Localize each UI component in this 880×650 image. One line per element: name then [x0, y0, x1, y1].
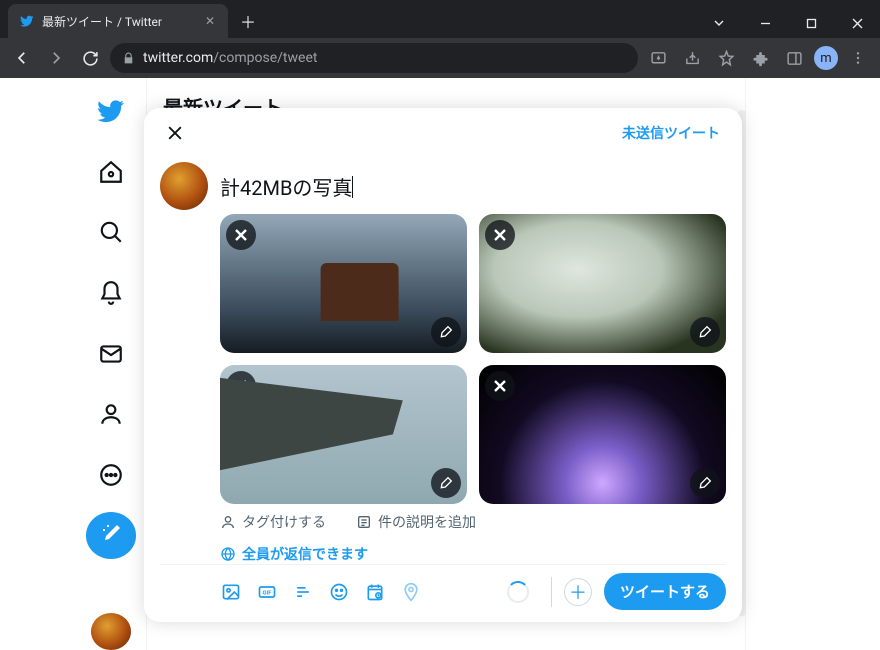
edit-media-button[interactable] — [690, 317, 720, 347]
remove-media-button[interactable] — [485, 371, 515, 401]
tab-title: 最新ツイート / Twitter — [42, 13, 194, 30]
modal-footer: GIF ＋ ツイートする — [160, 564, 726, 622]
modal-body: タグ付けする 件の説明を追加 全員が返信できます — [144, 210, 742, 564]
search-icon[interactable] — [86, 209, 136, 256]
edit-media-button[interactable] — [690, 468, 720, 498]
account-avatar[interactable] — [91, 613, 131, 650]
schedule-icon[interactable] — [364, 581, 386, 603]
compose-tweet-modal: 未送信ツイート 計42MBの写真 — [144, 108, 742, 622]
browser-toolbar: twitter.com/compose/tweet m — [0, 38, 880, 78]
close-modal-button[interactable] — [158, 116, 192, 150]
nav-forward[interactable] — [42, 44, 70, 72]
media-thumbnail[interactable] — [220, 214, 467, 353]
browser-tab[interactable]: 最新ツイート / Twitter ✕ — [8, 4, 228, 38]
brush-icon — [438, 324, 454, 340]
address-bar[interactable]: twitter.com/compose/tweet — [110, 43, 638, 73]
media-actions-row: タグ付けする 件の説明を追加 — [220, 504, 726, 536]
image-icon[interactable] — [220, 581, 242, 603]
lock-icon — [122, 52, 135, 65]
add-description-link[interactable]: 件の説明を追加 — [356, 512, 476, 532]
description-icon — [356, 514, 372, 530]
my-avatar[interactable] — [160, 162, 208, 210]
new-tab-button[interactable]: ＋ — [234, 7, 262, 35]
compose-row: 計42MBの写真 — [144, 158, 742, 210]
media-thumbnail[interactable] — [479, 365, 726, 504]
remove-media-button[interactable] — [485, 220, 515, 250]
twitter-icon — [20, 14, 34, 28]
remove-media-button[interactable] — [226, 220, 256, 250]
close-icon — [492, 378, 508, 394]
footer-divider — [551, 577, 552, 607]
edit-media-button[interactable] — [431, 317, 461, 347]
modal-header: 未送信ツイート — [144, 108, 742, 158]
globe-icon — [220, 546, 236, 562]
window-minimize[interactable] — [742, 8, 788, 38]
compose-tweet-fab[interactable] — [86, 512, 136, 559]
close-icon — [233, 378, 249, 394]
bell-icon[interactable] — [86, 270, 136, 317]
bookmark-star-icon[interactable] — [712, 44, 740, 72]
more-icon[interactable] — [86, 452, 136, 499]
twitter-logo-icon[interactable] — [86, 88, 136, 135]
url-host: twitter.com — [143, 50, 213, 66]
brush-icon — [697, 324, 713, 340]
tab-close-icon[interactable]: ✕ — [202, 14, 218, 28]
remove-media-button[interactable] — [226, 371, 256, 401]
brush-icon — [697, 475, 713, 491]
media-thumbnail[interactable] — [220, 365, 467, 504]
brush-icon — [438, 475, 454, 491]
attach-toolbar: GIF — [160, 581, 422, 603]
emoji-icon[interactable] — [328, 581, 350, 603]
profile-icon[interactable] — [86, 391, 136, 438]
browser-titlebar: 最新ツイート / Twitter ✕ ＋ — [0, 0, 880, 38]
reply-settings[interactable]: 全員が返信できます — [220, 536, 726, 564]
svg-text:GIF: GIF — [263, 590, 273, 596]
char-count-progress — [507, 581, 529, 603]
url-path: /compose/tweet — [213, 50, 317, 66]
window-maximize[interactable] — [788, 8, 834, 38]
close-icon — [165, 123, 185, 143]
poll-icon[interactable] — [292, 581, 314, 603]
media-grid — [220, 214, 726, 504]
extensions-icon[interactable] — [746, 44, 774, 72]
share-icon[interactable] — [678, 44, 706, 72]
window-controls — [696, 8, 880, 38]
kebab-menu-icon[interactable] — [844, 44, 872, 72]
media-thumbnail[interactable] — [479, 214, 726, 353]
location-icon — [400, 581, 422, 603]
sidepanel-icon[interactable] — [780, 44, 808, 72]
gif-icon[interactable]: GIF — [256, 581, 278, 603]
sidebar — [76, 78, 146, 650]
tweet-text-input[interactable]: 計42MBの写真 — [220, 162, 726, 210]
nav-back[interactable] — [8, 44, 36, 72]
install-icon[interactable] — [644, 44, 672, 72]
person-icon — [220, 514, 236, 530]
close-icon — [492, 227, 508, 243]
nav-reload[interactable] — [76, 44, 104, 72]
mail-icon[interactable] — [86, 330, 136, 377]
unsent-tweets-link[interactable]: 未送信ツイート — [614, 123, 728, 143]
chevron-down-icon[interactable] — [696, 8, 742, 38]
edit-media-button[interactable] — [431, 468, 461, 498]
close-icon — [233, 227, 249, 243]
window-close[interactable] — [834, 8, 880, 38]
tweet-button[interactable]: ツイートする — [604, 573, 726, 610]
tag-people-link[interactable]: タグ付けする — [220, 512, 326, 532]
add-thread-button[interactable]: ＋ — [564, 578, 592, 606]
profile-avatar-button[interactable]: m — [814, 46, 838, 70]
home-icon[interactable] — [86, 149, 136, 196]
